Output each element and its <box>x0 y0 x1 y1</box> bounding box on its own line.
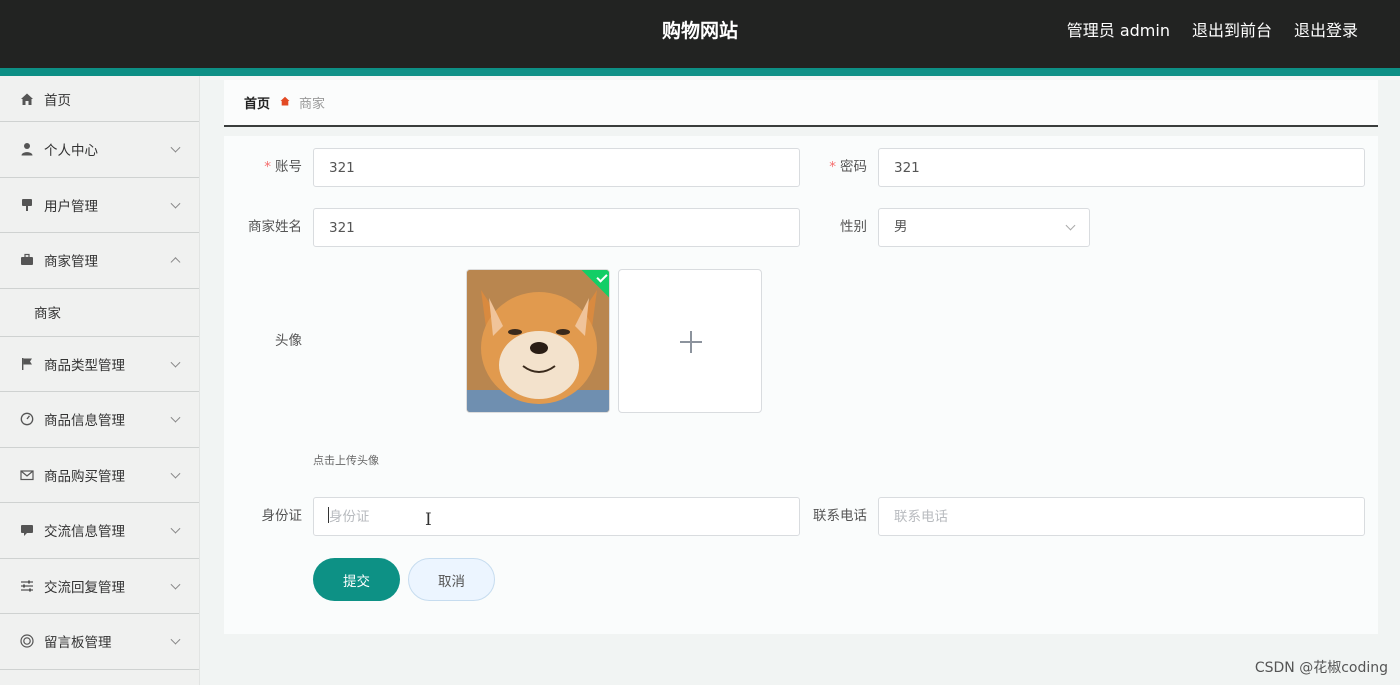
sidebar-item-label: 商品购买管理 <box>44 468 125 485</box>
admin-user-label: 管理员 admin <box>1066 21 1170 40</box>
mouse-ibeam-cursor: I <box>425 510 432 530</box>
avatar-upload-button[interactable] <box>618 269 762 413</box>
sidebar-item-label: 商品信息管理 <box>44 413 125 430</box>
sidebar-item-label: 商品类型管理 <box>44 357 125 374</box>
user-icon <box>20 142 34 156</box>
chevron-down-icon <box>170 523 181 534</box>
idcard-input[interactable] <box>313 497 800 536</box>
sidebar-item-product-type-management[interactable]: 商品类型管理 <box>0 337 199 392</box>
sidebar-item-exchange-reply-management[interactable]: 交流回复管理 <box>0 559 199 614</box>
account-label: * 账号 <box>264 159 302 175</box>
sidebar-item-message-board-management[interactable]: 留言板管理 <box>0 614 199 670</box>
shiba-dog-photo <box>467 270 609 412</box>
flag-icon <box>20 357 34 371</box>
logout-link[interactable]: 退出登录 <box>1294 0 1358 62</box>
sidebar-item-merchant-management[interactable]: 商家管理 <box>0 233 199 289</box>
pin-icon <box>20 198 34 212</box>
sidebar: 首页 个人中心 用户管理 商家管理 商家 商品类型管理 商品信息管理 商品购买管… <box>0 76 200 685</box>
chat-icon <box>20 523 34 537</box>
sidebar-item-product-purchase-management[interactable]: 商品购买管理 <box>0 448 199 503</box>
briefcase-icon <box>20 253 34 267</box>
breadcrumb-current: 商家 <box>299 97 326 112</box>
back-to-front-link[interactable]: 退出到前台 <box>1192 0 1272 62</box>
breadcrumb-home[interactable]: 首页 <box>244 93 270 112</box>
merchant-form: *账号 *密码 商家姓名 性别 男 头像 <box>224 136 1378 634</box>
gauge-icon <box>20 412 34 426</box>
merchant-name-input[interactable] <box>313 208 800 247</box>
avatar-image-shiba-dog[interactable] <box>466 269 610 413</box>
sidebar-item-personal-center[interactable]: 个人中心 <box>0 122 199 178</box>
breadcrumb: 首页 商家 <box>224 80 1378 127</box>
submit-button[interactable]: 提交 <box>313 558 400 601</box>
upload-hint: 点击上传头像 <box>313 454 379 467</box>
chevron-down-icon <box>170 468 181 479</box>
password-input[interactable] <box>878 148 1365 187</box>
chevron-down-icon <box>170 357 181 368</box>
header-accent-bar <box>0 68 1400 76</box>
gender-select[interactable]: 男 <box>878 208 1090 247</box>
chevron-down-icon <box>170 579 181 590</box>
required-mark: * <box>264 159 271 175</box>
gender-label: 性别 <box>840 219 867 235</box>
mail-icon <box>20 468 34 482</box>
sidebar-item-home[interactable]: 首页 <box>0 76 199 122</box>
sidebar-item-product-info-management[interactable]: 商品信息管理 <box>0 392 199 448</box>
breadcrumb-separator-icon <box>280 96 290 109</box>
gender-select-value: 男 <box>894 219 908 235</box>
sidebar-item-label: 首页 <box>44 92 71 109</box>
sidebar-item-label: 用户管理 <box>44 198 98 215</box>
chevron-down-icon <box>170 634 181 645</box>
sidebar-item-label: 交流回复管理 <box>44 579 125 596</box>
chevron-up-icon <box>170 257 181 268</box>
sidebar-item-label: 留言板管理 <box>44 635 112 652</box>
sidebar-item-label: 商家管理 <box>44 254 98 271</box>
header-actions: 管理员 admin 退出到前台 退出登录 <box>1067 0 1358 62</box>
sidebar-item-label: 交流信息管理 <box>44 524 125 541</box>
sidebar-subitem-merchant[interactable]: 商家 <box>0 288 199 337</box>
text-caret <box>328 507 329 523</box>
password-label: * 密码 <box>829 159 867 175</box>
chevron-down-icon <box>170 142 181 153</box>
required-mark: * <box>829 159 836 175</box>
top-header: 购物网站 管理员 admin 退出到前台 退出登录 <box>0 0 1400 68</box>
idcard-label: 身份证 <box>261 508 303 524</box>
csdn-watermark: CSDN @花椒coding <box>1254 660 1388 676</box>
sidebar-item-user-management[interactable]: 用户管理 <box>0 178 199 233</box>
chevron-down-icon <box>170 198 181 209</box>
target-icon <box>20 634 34 648</box>
sidebar-item-label: 个人中心 <box>44 143 98 160</box>
merchant-name-label: 商家姓名 <box>248 219 302 235</box>
phone-label: 联系电话 <box>813 508 867 524</box>
home-icon <box>20 92 34 106</box>
cancel-button[interactable]: 取消 <box>408 558 495 601</box>
sidebar-item-exchange-info-management[interactable]: 交流信息管理 <box>0 503 199 559</box>
sliders-icon <box>20 579 34 593</box>
avatar-label: 头像 <box>275 333 302 349</box>
chevron-down-icon <box>1065 220 1076 231</box>
account-input[interactable] <box>313 148 800 187</box>
phone-input[interactable] <box>878 497 1365 536</box>
chevron-down-icon <box>170 412 181 423</box>
sidebar-subitem-label: 商家 <box>34 306 61 322</box>
